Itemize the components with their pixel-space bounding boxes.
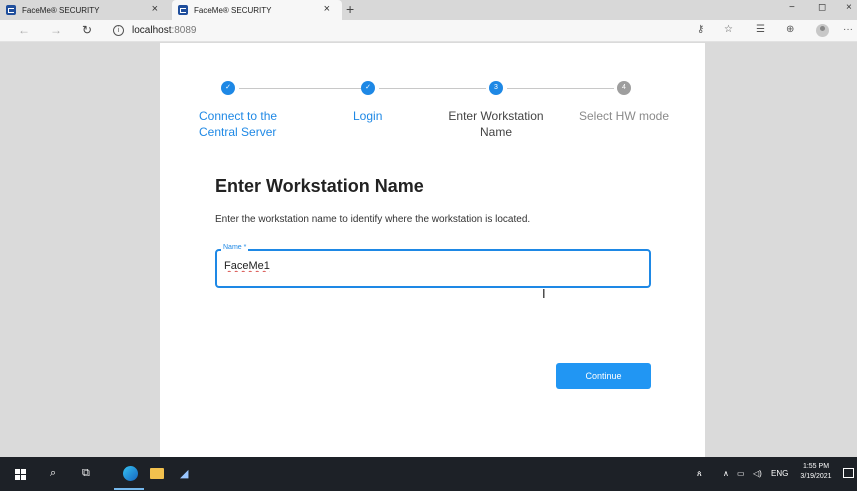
step-connector bbox=[507, 88, 614, 89]
continue-button[interactable]: Continue bbox=[556, 363, 651, 389]
volume-icon[interactable]: ◁) bbox=[753, 469, 762, 478]
page-title: Enter Workstation Name bbox=[215, 176, 424, 196]
step-2-label: Login bbox=[353, 109, 383, 123]
browser-tab-1[interactable]: FaceMe® SECURITY × bbox=[0, 0, 170, 20]
url-field[interactable]: localhost:8089 bbox=[132, 25, 197, 36]
step-3-number: 3 bbox=[489, 81, 503, 95]
new-tab-button[interactable]: + bbox=[346, 1, 354, 17]
step-3-label: Enter Workstation Name bbox=[448, 109, 544, 139]
step-4-number: 4 bbox=[617, 81, 631, 95]
profile-avatar[interactable] bbox=[816, 24, 829, 37]
people-icon[interactable]: ጰ bbox=[697, 469, 702, 479]
text-cursor-icon: I bbox=[542, 286, 546, 301]
edge-browser-icon[interactable] bbox=[123, 466, 138, 481]
minimize-button[interactable]: − bbox=[789, 2, 795, 13]
close-tab-icon[interactable]: × bbox=[152, 3, 158, 15]
step-1-check-icon: ✓ bbox=[221, 81, 235, 95]
search-icon[interactable]: ⌕ bbox=[50, 467, 56, 480]
active-app-indicator bbox=[114, 488, 144, 490]
url-host: localhost bbox=[132, 25, 172, 36]
key-icon[interactable]: ⚷ bbox=[697, 24, 704, 35]
forward-button[interactable]: → bbox=[50, 23, 62, 37]
maximize-button[interactable]: ◻ bbox=[818, 2, 826, 13]
more-menu-icon[interactable]: ··· bbox=[843, 24, 853, 35]
windows-taskbar: ⌕ ⧉ ◢ ጰ ∧ ▭ ◁) ENG 1:55 PM 3/19/2021 bbox=[0, 457, 857, 491]
back-button[interactable]: ← bbox=[18, 23, 30, 37]
url-port: :8089 bbox=[171, 25, 197, 36]
close-window-button[interactable]: × bbox=[846, 2, 852, 13]
faceme-favicon-icon bbox=[6, 5, 16, 15]
refresh-button[interactable]: ↻ bbox=[82, 23, 92, 37]
page-description: Enter the workstation name to identify w… bbox=[215, 214, 531, 225]
step-connector bbox=[379, 88, 486, 89]
close-tab-icon[interactable]: × bbox=[324, 3, 330, 15]
collections-icon[interactable]: ⊕ bbox=[786, 24, 794, 35]
browser-tab-bar: FaceMe® SECURITY × FaceMe® SECURITY × + … bbox=[0, 0, 857, 20]
address-bar: ← → ↻ i localhost:8089 ⚷ ☆ ☰ ⊕ ··· bbox=[0, 20, 857, 42]
step-connector bbox=[239, 88, 364, 89]
language-indicator[interactable]: ENG bbox=[771, 469, 788, 478]
file-explorer-icon[interactable] bbox=[150, 468, 164, 479]
site-info-icon[interactable]: i bbox=[113, 25, 124, 36]
clock-time: 1:55 PM bbox=[802, 463, 830, 470]
windows-start-icon[interactable] bbox=[15, 469, 26, 480]
system-clock[interactable]: 1:55 PM 3/19/2021 bbox=[796, 462, 836, 482]
favorites-list-icon[interactable]: ☰ bbox=[756, 24, 765, 35]
favorite-star-icon[interactable]: ☆ bbox=[724, 24, 733, 35]
chevron-up-icon[interactable]: ∧ bbox=[723, 469, 729, 478]
network-icon[interactable]: ▭ bbox=[737, 469, 745, 478]
app-pin-icon[interactable]: ◢ bbox=[180, 467, 188, 480]
notifications-icon[interactable] bbox=[843, 468, 854, 478]
name-field[interactable]: Name * bbox=[215, 244, 651, 288]
faceme-favicon-icon bbox=[178, 5, 188, 15]
tab-title: FaceMe® SECURITY bbox=[194, 5, 272, 15]
setup-card: ✓ ✓ 3 4 Connect to the Central Server Lo… bbox=[160, 43, 705, 457]
step-1-label: Connect to the Central Server bbox=[199, 109, 278, 139]
clock-date: 3/19/2021 bbox=[800, 473, 832, 480]
step-2-check-icon: ✓ bbox=[361, 81, 375, 95]
browser-tab-2[interactable]: FaceMe® SECURITY × bbox=[172, 0, 342, 20]
page-viewport: ✓ ✓ 3 4 Connect to the Central Server Lo… bbox=[0, 43, 857, 457]
tab-title: FaceMe® SECURITY bbox=[22, 5, 100, 15]
step-4-label: Select HW mode bbox=[578, 109, 670, 123]
workstation-name-input[interactable] bbox=[224, 260, 624, 272]
task-view-icon[interactable]: ⧉ bbox=[82, 467, 90, 480]
name-field-label: Name * bbox=[221, 244, 249, 251]
